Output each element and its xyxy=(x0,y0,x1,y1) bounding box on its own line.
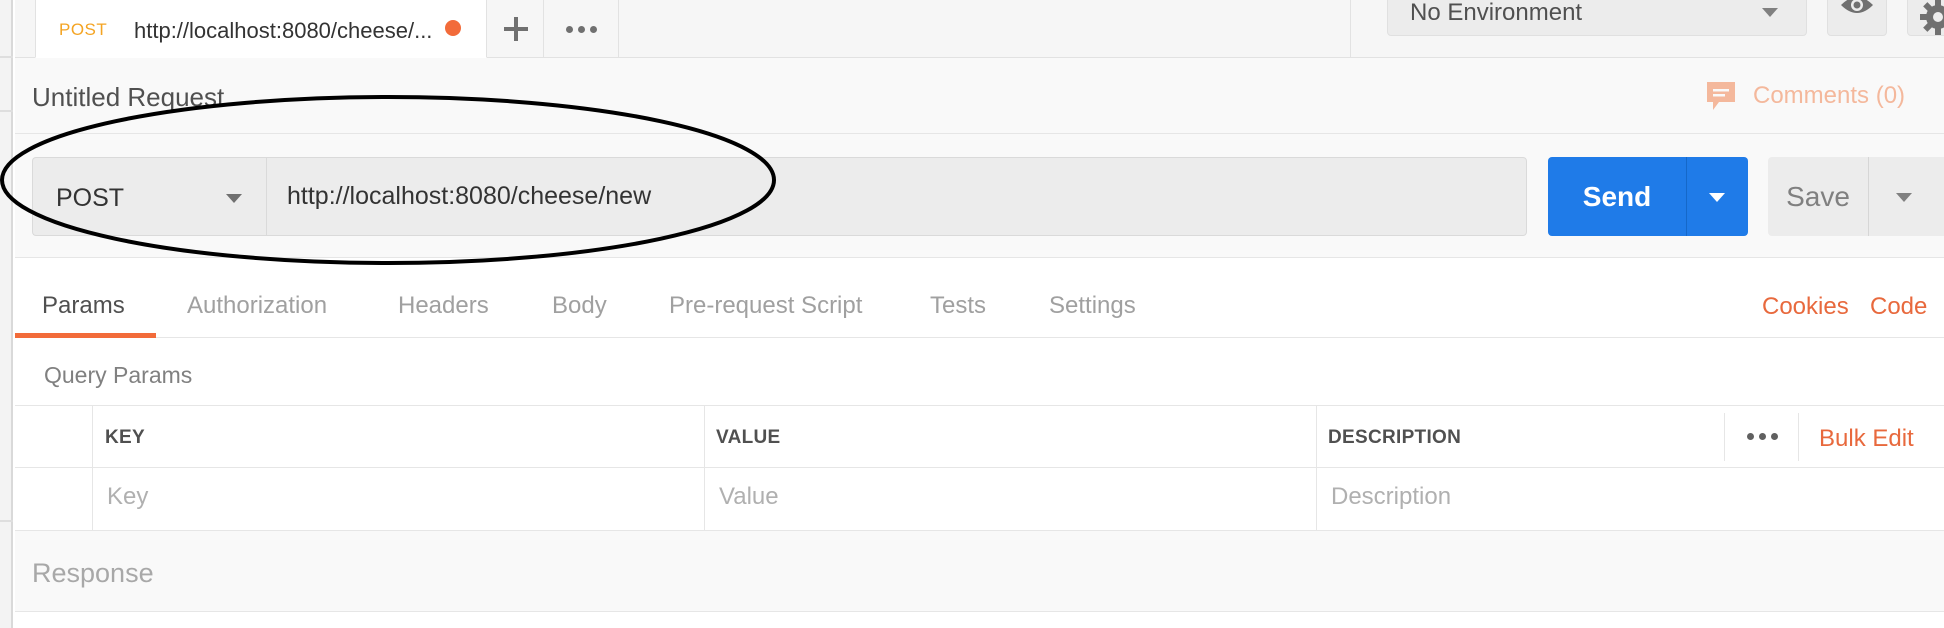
column-header-key: KEY xyxy=(105,427,145,448)
more-dots-icon xyxy=(566,25,573,33)
bulk-edit-link[interactable]: Bulk Edit xyxy=(1819,425,1914,453)
query-params-table: KEY VALUE DESCRIPTION Bulk Edit xyxy=(15,405,1944,530)
save-button[interactable]: Save xyxy=(1768,157,1944,236)
tab-headers[interactable]: Headers xyxy=(398,292,489,320)
comment-icon xyxy=(1707,82,1735,110)
table-divider xyxy=(15,467,1944,468)
method-label: POST xyxy=(56,184,125,212)
tab-settings[interactable]: Settings xyxy=(1049,292,1136,320)
sidebar-divider xyxy=(0,56,13,58)
comments-button[interactable]: Comments (0) xyxy=(1705,80,1905,112)
more-dots-icon xyxy=(578,25,585,33)
more-dots-icon xyxy=(1759,433,1766,440)
query-params-title: Query Params xyxy=(44,362,193,388)
plus-icon xyxy=(503,17,528,41)
response-label: Response xyxy=(32,558,154,588)
tab-options-button[interactable] xyxy=(545,0,619,58)
new-tab-button[interactable] xyxy=(488,0,544,58)
response-panel[interactable]: Response xyxy=(15,530,1944,612)
send-label: Send xyxy=(1582,181,1652,212)
table-divider xyxy=(704,405,705,530)
gear-icon xyxy=(1920,0,1944,35)
manage-environments-button[interactable] xyxy=(1907,0,1944,36)
tab-authorization[interactable]: Authorization xyxy=(187,292,327,320)
tab-pre-request-script[interactable]: Pre-request Script xyxy=(669,292,862,320)
send-button[interactable]: Send xyxy=(1548,157,1748,236)
active-tab-indicator xyxy=(15,333,156,338)
cookies-link[interactable]: Cookies xyxy=(1762,293,1849,321)
code-link[interactable]: Code xyxy=(1870,293,1927,321)
sidebar-divider xyxy=(0,520,13,522)
save-divider xyxy=(1868,157,1869,236)
column-header-description: DESCRIPTION xyxy=(1328,427,1462,448)
column-options-button[interactable] xyxy=(1747,433,1778,440)
tab-bar: POST http://localhost:8080/cheese/... No… xyxy=(15,0,1944,58)
request-header: Untitled Request Comments (0) xyxy=(15,58,1944,134)
sidebar-divider xyxy=(0,110,13,112)
environment-select[interactable]: No Environment xyxy=(1387,0,1807,36)
table-divider xyxy=(1724,413,1725,461)
tab-title: http://localhost:8080/cheese/... xyxy=(134,18,433,43)
unsaved-indicator-icon xyxy=(445,20,461,36)
column-header-value: VALUE xyxy=(716,427,781,448)
param-value-input[interactable] xyxy=(719,469,1309,525)
param-description-input[interactable] xyxy=(1331,469,1931,525)
save-dropdown-chevron-icon[interactable] xyxy=(1896,193,1912,202)
table-divider xyxy=(1798,413,1799,461)
sidebar-edge xyxy=(0,0,13,628)
param-key-input[interactable] xyxy=(107,469,697,525)
save-label: Save xyxy=(1786,181,1850,212)
url-bar: POST Send Save xyxy=(15,134,1944,258)
tab-bar-divider xyxy=(1350,0,1351,58)
more-dots-icon xyxy=(1747,433,1754,440)
eye-icon xyxy=(1841,0,1873,13)
table-divider xyxy=(15,405,1944,406)
method-select[interactable]: POST xyxy=(32,157,266,236)
tab-method-label: POST xyxy=(59,20,108,39)
comments-label: Comments (0) xyxy=(1753,82,1906,109)
send-dropdown-chevron-icon[interactable] xyxy=(1709,193,1725,202)
request-subtabs: Params Authorization Headers Body Pre-re… xyxy=(15,258,1944,338)
tab-tests[interactable]: Tests xyxy=(930,292,986,320)
more-dots-icon xyxy=(1771,433,1778,440)
more-dots-icon xyxy=(590,25,597,33)
table-divider xyxy=(1316,405,1317,530)
send-divider xyxy=(1686,157,1687,236)
chevron-down-icon xyxy=(226,194,242,203)
request-name[interactable]: Untitled Request xyxy=(32,82,224,113)
chevron-down-icon xyxy=(1762,8,1778,17)
environment-quick-look-button[interactable] xyxy=(1827,0,1887,36)
tab-params[interactable]: Params xyxy=(42,292,125,320)
url-input[interactable] xyxy=(266,157,1527,236)
environment-label: No Environment xyxy=(1410,0,1583,26)
table-divider xyxy=(92,405,93,530)
tab-body[interactable]: Body xyxy=(552,292,607,320)
request-tab[interactable]: POST http://localhost:8080/cheese/... xyxy=(35,0,487,58)
